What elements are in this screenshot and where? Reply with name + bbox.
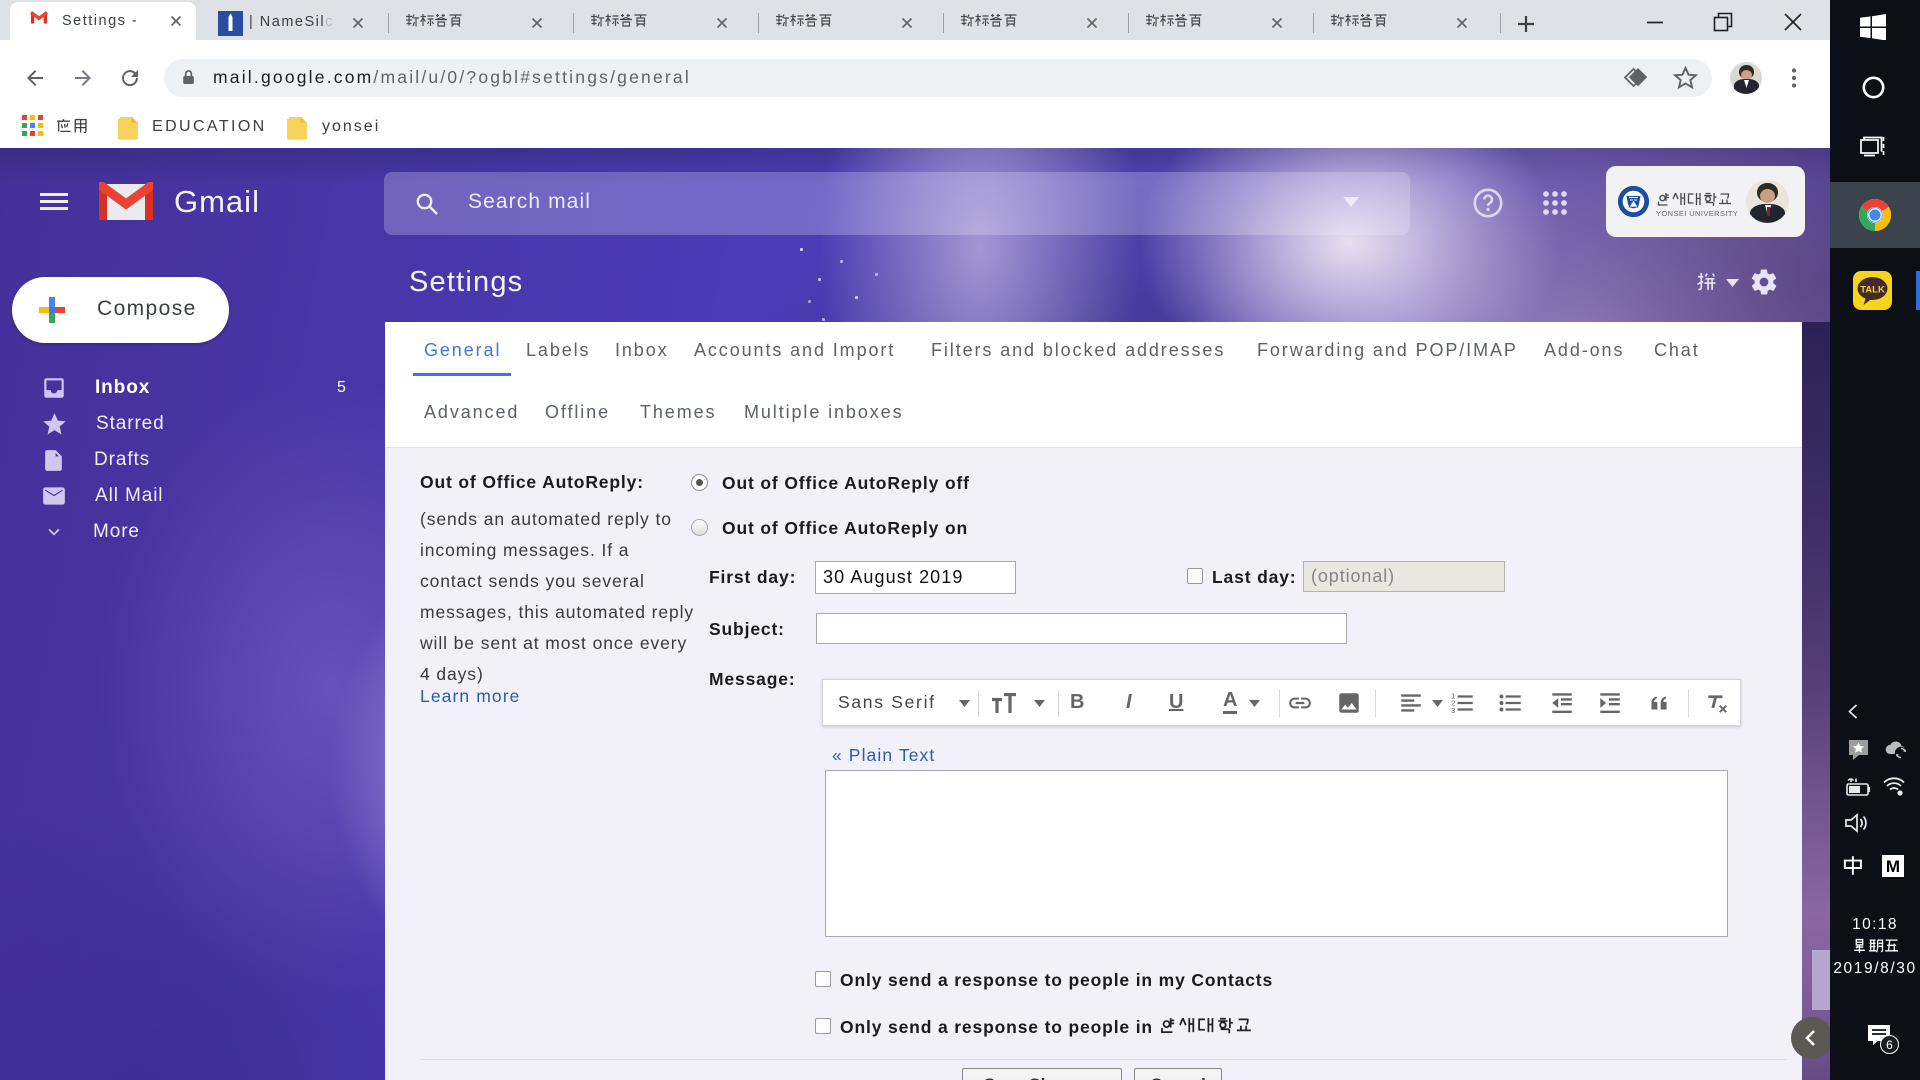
svg-text:TALK: TALK [1860,285,1885,296]
svg-text:3: 3 [1451,706,1455,715]
